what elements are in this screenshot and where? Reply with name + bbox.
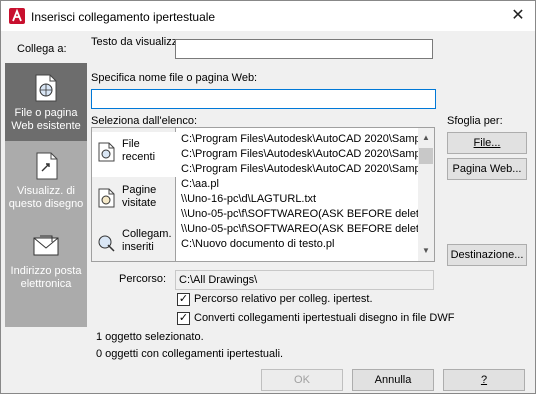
cancel-button[interactable]: Annulla	[352, 369, 434, 391]
list-item[interactable]: \\Uno-05-pc\f\SOFTWAREO(ASK BEFORE delet…	[178, 207, 419, 222]
tab-label: Collegam. inseriti	[122, 228, 172, 253]
list-item[interactable]: \\Uno-05-pc\f\SOFTWAREO(ASK BEFORE delet…	[178, 222, 419, 237]
sidebar-item-file-web[interactable]: File o pagina Web esistente	[5, 63, 87, 141]
browse-file-button[interactable]: File...	[447, 132, 527, 154]
browse-web-button[interactable]: Pagina Web...	[447, 158, 527, 180]
tab-visited-pages[interactable]: Pagine visitate	[92, 178, 176, 223]
tab-label: Pagine visitate	[122, 184, 157, 209]
scroll-up-icon[interactable]: ▲	[418, 130, 434, 146]
scroll-down-icon[interactable]: ▼	[418, 243, 434, 259]
list-tabs: File recenti Pagine visitate Collegam. i…	[92, 128, 177, 261]
sidebar-item-label: File o pagina Web esistente	[11, 107, 81, 132]
target-button[interactable]: Destinazione...	[447, 244, 527, 266]
cancel-label: Annulla	[374, 374, 412, 386]
text-to-display-input[interactable]	[175, 39, 433, 59]
path-field: C:\All Drawings\	[175, 270, 434, 290]
relative-path-label: Percorso relativo per colleg. ipertest.	[194, 293, 373, 305]
relative-path-checkbox[interactable]: ✓	[177, 293, 190, 306]
selected-count-text: 1 oggetto selezionato.	[96, 331, 204, 343]
recent-files-list[interactable]: C:\Program Files\Autodesk\AutoCAD 2020\S…	[178, 128, 419, 261]
visited-pages-icon	[98, 188, 116, 208]
tab-recent-files[interactable]: File recenti	[92, 132, 177, 177]
path-label: Percorso:	[119, 273, 167, 285]
list-item[interactable]: C:\Program Files\Autodesk\AutoCAD 2020\S…	[178, 132, 419, 147]
target-label: Destinazione...	[450, 249, 524, 261]
sidebar-item-label: Visualizz. di questo disegno	[8, 185, 84, 210]
list-item[interactable]: C:\Nuovo documento di testo.pl	[178, 237, 419, 252]
list-item[interactable]: C:\Program Files\Autodesk\AutoCAD 2020\S…	[178, 147, 419, 162]
ok-label: OK	[294, 374, 310, 386]
convert-dwf-label: Converti collegamenti ipertestuali diseg…	[194, 312, 455, 324]
browse-file-label: File...	[473, 137, 501, 149]
links-count-text: 0 oggetti con collegamenti ipertestuali.	[96, 348, 284, 360]
link-to-sidebar: File o pagina Web esistente Visualizz. d…	[5, 63, 87, 327]
tab-inserted-links[interactable]: Collegam. inseriti	[92, 222, 176, 267]
list-scrollbar[interactable]: ▲ ▼	[418, 128, 434, 261]
help-label: ?	[480, 374, 488, 386]
select-list-label: Seleziona dall'elenco:	[91, 115, 198, 127]
hyperlink-dialog: Inserisci collegamento ipertestuale ✕ Co…	[0, 0, 536, 394]
scroll-thumb[interactable]	[419, 148, 433, 164]
filename-label: Specifica nome file o pagina Web:	[91, 72, 258, 84]
convert-dwf-checkbox[interactable]: ✓	[177, 312, 190, 325]
list-item[interactable]: \\Uno-16-pc\d\LAGTURL.txt	[178, 192, 419, 207]
drawing-view-icon	[31, 151, 61, 181]
select-list-panel: File recenti Pagine visitate Collegam. i…	[91, 127, 435, 262]
list-item[interactable]: C:\Program Files\Autodesk\AutoCAD 2020\S…	[178, 162, 419, 177]
filename-input[interactable]	[91, 89, 436, 109]
web-page-icon	[31, 73, 61, 103]
sidebar-item-drawing-view[interactable]: Visualizz. di questo disegno	[5, 147, 87, 225]
window-title: Inserisci collegamento ipertestuale	[31, 10, 216, 24]
sidebar-item-email[interactable]: Indirizzo posta elettronica	[5, 227, 87, 305]
close-button[interactable]: ✕	[501, 1, 535, 31]
recent-files-icon	[98, 142, 116, 162]
tab-label: File recenti	[122, 138, 156, 163]
list-item[interactable]: C:\aa.pl	[178, 177, 419, 192]
ok-button[interactable]: OK	[261, 369, 343, 391]
path-value: C:\All Drawings\	[179, 274, 258, 286]
browse-web-label: Pagina Web...	[452, 163, 522, 175]
sidebar-item-label: Indirizzo posta elettronica	[10, 265, 82, 290]
email-icon	[31, 231, 61, 261]
title-bar: Inserisci collegamento ipertestuale ✕	[1, 1, 535, 31]
autocad-logo-icon	[9, 8, 25, 24]
link-to-label: Collega a:	[17, 43, 67, 55]
help-button[interactable]: ?	[443, 369, 525, 391]
browse-label: Sfoglia per:	[447, 115, 503, 127]
inserted-links-icon	[98, 232, 116, 252]
